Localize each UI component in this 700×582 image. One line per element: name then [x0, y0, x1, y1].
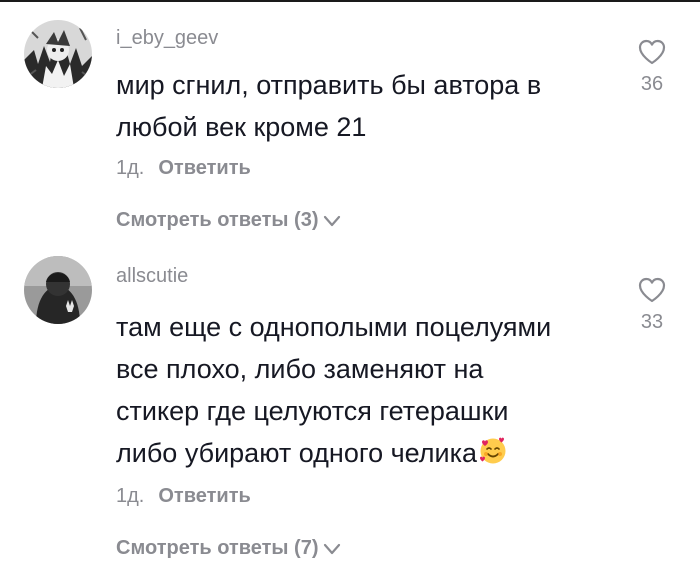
- avatar[interactable]: [24, 20, 92, 88]
- comment-text-line: либо убирают одного челика: [116, 432, 616, 474]
- reply-button[interactable]: Ответить: [158, 485, 250, 507]
- chevron-down-icon: [323, 538, 341, 562]
- comment-username[interactable]: allscutie: [116, 264, 188, 288]
- like-button[interactable]: 36: [628, 38, 676, 96]
- comment-text-line: там еще с однополыми поцелуями: [116, 312, 552, 342]
- comment-meta: 1д. Ответить: [116, 156, 251, 180]
- comment-username[interactable]: i_eby_geev: [116, 26, 218, 50]
- chevron-down-icon: [323, 210, 341, 234]
- comment-meta: 1д. Ответить: [116, 484, 251, 508]
- smiling-face-with-hearts-emoji: [478, 436, 508, 466]
- comment-text: мир сгнил, отправить бы автора в любой в…: [116, 64, 616, 148]
- view-replies-button[interactable]: Смотреть ответы (3): [116, 208, 341, 234]
- comment-text-segment: либо убирают одного челика: [116, 438, 478, 468]
- top-divider: [0, 0, 700, 2]
- heart-outline-icon: [628, 276, 676, 304]
- comment-timestamp: 1д.: [116, 157, 145, 179]
- reply-button[interactable]: Ответить: [158, 157, 250, 179]
- view-replies-label: Смотреть ответы (3): [116, 209, 319, 231]
- comment-text-line: все плохо, либо заменяют на: [116, 354, 484, 384]
- comment-text-line: мир сгнил, отправить бы автора в: [116, 70, 542, 100]
- view-replies-button[interactable]: Смотреть ответы (7): [116, 536, 341, 562]
- comment-text-line: любой век кроме 21: [116, 112, 367, 142]
- avatar[interactable]: [24, 256, 92, 324]
- like-count: 36: [640, 73, 664, 95]
- comment-timestamp: 1д.: [116, 485, 145, 507]
- like-count: 33: [640, 311, 664, 333]
- like-button[interactable]: 33: [628, 276, 676, 334]
- comment-text: там еще с однополыми поцелуями все плохо…: [116, 306, 616, 474]
- view-replies-label: Смотреть ответы (7): [116, 537, 319, 559]
- heart-outline-icon: [628, 38, 676, 66]
- comment-text-line: стикер где целуются гетерашки: [116, 396, 509, 426]
